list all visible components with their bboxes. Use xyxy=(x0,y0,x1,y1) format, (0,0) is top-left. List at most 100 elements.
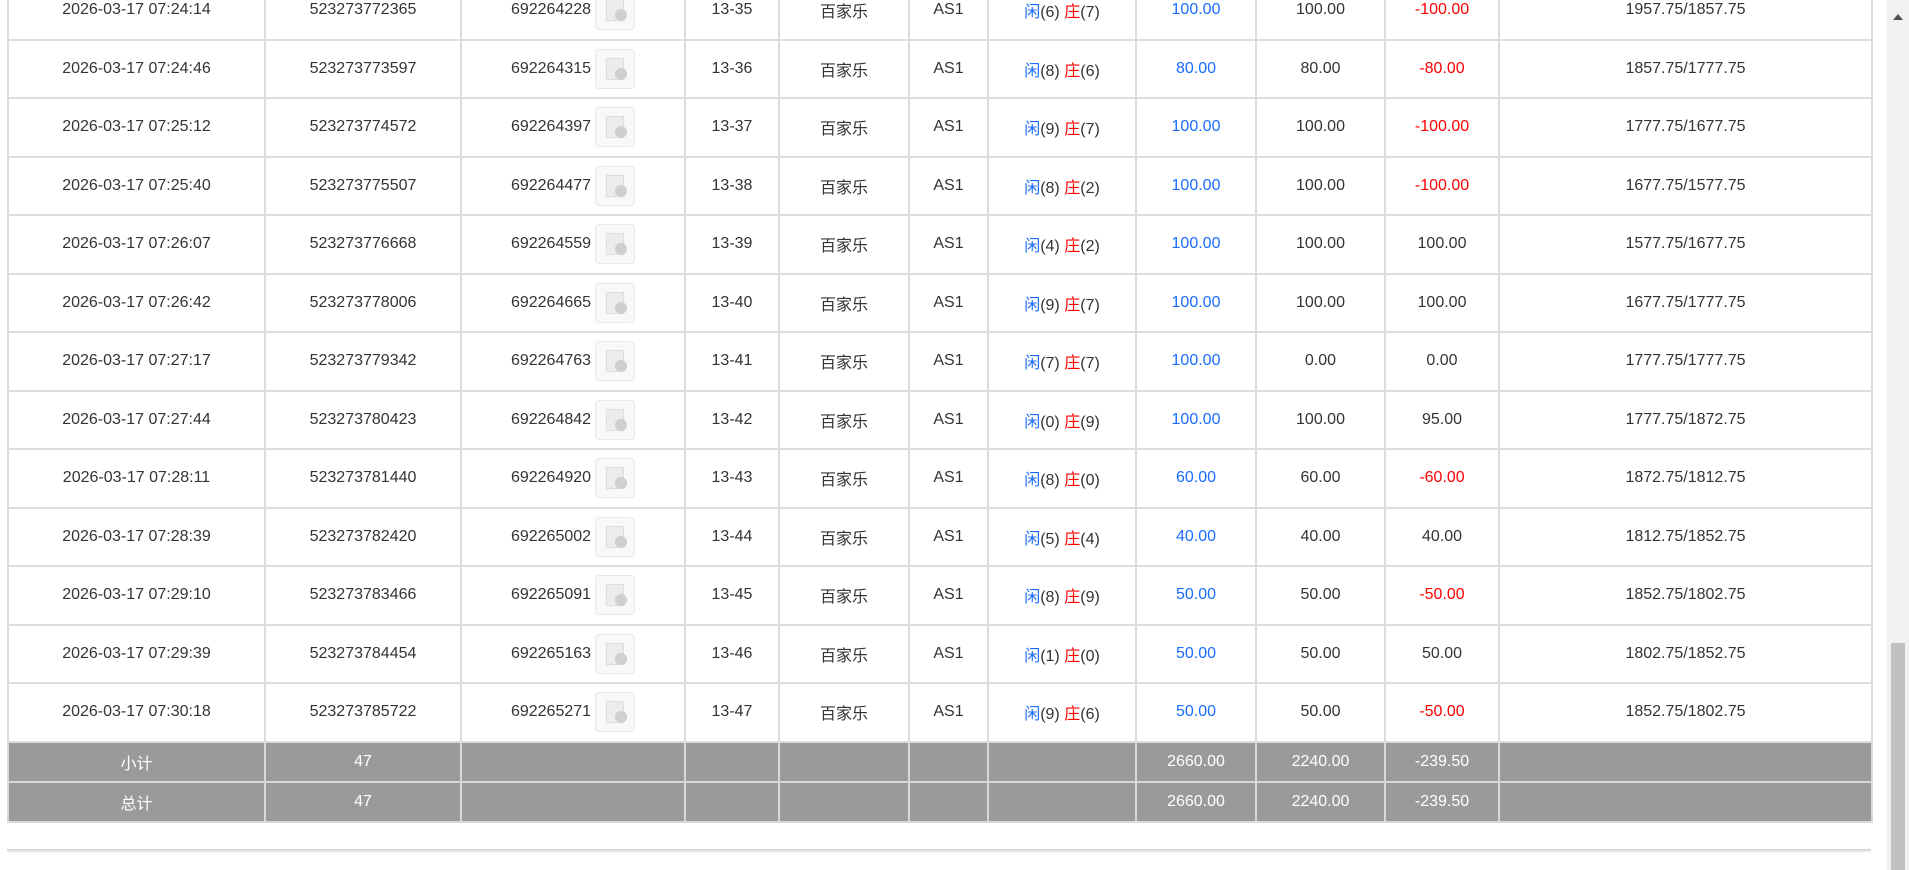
valid-bet: 100.00 xyxy=(1255,214,1386,275)
player-label: 闲 xyxy=(1024,706,1041,724)
video-replay-icon[interactable] xyxy=(595,341,636,382)
bet-time: 2026-03-17 07:27:17 xyxy=(7,331,266,392)
bet-id: 523273782420 xyxy=(264,506,462,567)
bet-amount: 80.00 xyxy=(1135,38,1257,99)
banker-label: 庄 xyxy=(1064,706,1081,724)
video-replay-icon[interactable] xyxy=(595,107,636,148)
video-replay-icon[interactable] xyxy=(595,458,636,499)
win-loss: -100.00 xyxy=(1384,97,1500,158)
video-replay-icon[interactable] xyxy=(595,48,636,89)
subtotal-label: 小计 xyxy=(7,740,266,783)
banker-label: 庄 xyxy=(1064,238,1081,256)
win-loss: -50.00 xyxy=(1384,565,1500,626)
scroll-up-arrow-icon[interactable] xyxy=(1893,14,1903,20)
player-label: 闲 xyxy=(1024,530,1041,548)
banker-points: (7) xyxy=(1080,121,1100,139)
video-replay-icon[interactable] xyxy=(595,575,636,616)
result-cell: 闲(8) 庄(9) xyxy=(987,565,1137,626)
video-replay-icon[interactable] xyxy=(595,692,636,733)
video-replay-icon[interactable] xyxy=(595,282,636,323)
balance-change: 1777.75/1872.75 xyxy=(1498,389,1873,450)
subtotal-winloss: -239.50 xyxy=(1384,740,1500,783)
player-points: (9) xyxy=(1040,706,1060,724)
valid-bet: 50.00 xyxy=(1255,623,1386,684)
game-number-cell: 692264842 xyxy=(460,389,686,450)
bet-time: 2026-03-17 07:30:18 xyxy=(7,682,266,743)
balance-change: 1677.75/1777.75 xyxy=(1498,272,1873,333)
win-loss: -100.00 xyxy=(1384,155,1500,216)
table-code: AS1 xyxy=(908,155,989,216)
shoe-round: 13-42 xyxy=(684,389,780,450)
player-label: 闲 xyxy=(1024,121,1041,139)
game-number: 692265271 xyxy=(510,703,592,721)
balance-change: 1777.75/1777.75 xyxy=(1498,331,1873,392)
table-row: 2026-03-17 07:26:07 523273776668 6922645… xyxy=(7,214,1873,275)
video-replay-icon[interactable] xyxy=(595,165,636,206)
bet-time: 2026-03-17 07:27:44 xyxy=(7,389,266,450)
shoe-round: 13-45 xyxy=(684,565,780,626)
game-number: 692264665 xyxy=(510,293,592,311)
bet-time: 2026-03-17 07:28:11 xyxy=(7,448,266,509)
bet-id: 523273779342 xyxy=(264,331,462,392)
player-label: 闲 xyxy=(1024,296,1041,314)
bet-amount: 50.00 xyxy=(1135,623,1257,684)
result-cell: 闲(8) 庄(2) xyxy=(987,155,1137,216)
bet-id: 523273776668 xyxy=(264,214,462,275)
total-row: 总计 47 2660.00 2240.00 -239.50 xyxy=(7,780,1873,823)
bet-time: 2026-03-17 07:29:10 xyxy=(7,565,266,626)
table-row: 2026-03-17 07:24:46 523273773597 6922643… xyxy=(7,38,1873,99)
video-replay-icon[interactable] xyxy=(595,516,636,557)
banker-label: 庄 xyxy=(1064,589,1081,607)
table-code: AS1 xyxy=(908,389,989,450)
bet-id: 523273778006 xyxy=(264,272,462,333)
win-loss: -50.00 xyxy=(1384,682,1500,743)
vertical-scrollbar[interactable] xyxy=(1887,0,1909,870)
banker-points: (0) xyxy=(1080,647,1100,665)
table-row: 2026-03-17 07:27:17 523273779342 6922647… xyxy=(7,331,1873,392)
game-type: 百家乐 xyxy=(778,97,910,158)
total-winloss: -239.50 xyxy=(1384,780,1500,823)
bet-time: 2026-03-17 07:25:40 xyxy=(7,155,266,216)
game-number-cell: 692265163 xyxy=(460,623,686,684)
video-replay-icon[interactable] xyxy=(595,399,636,440)
table-row: 2026-03-17 07:28:39 523273782420 6922650… xyxy=(7,506,1873,567)
player-label: 闲 xyxy=(1024,413,1041,431)
video-replay-icon[interactable] xyxy=(595,633,636,674)
game-number: 692264397 xyxy=(510,118,592,136)
table-code: AS1 xyxy=(908,214,989,275)
balance-change: 1857.75/1777.75 xyxy=(1498,38,1873,99)
game-number-cell: 692264397 xyxy=(460,97,686,158)
player-points: (8) xyxy=(1040,179,1060,197)
total-valid: 2240.00 xyxy=(1255,780,1386,823)
game-type: 百家乐 xyxy=(778,272,910,333)
bet-id: 523273784454 xyxy=(264,623,462,684)
table-code: AS1 xyxy=(908,448,989,509)
bet-time: 2026-03-17 07:29:39 xyxy=(7,623,266,684)
result-cell: 闲(1) 庄(0) xyxy=(987,623,1137,684)
table-row: 2026-03-17 07:30:18 523273785722 6922652… xyxy=(7,682,1873,743)
game-type: 百家乐 xyxy=(778,0,910,41)
banker-points: (7) xyxy=(1080,296,1100,314)
bet-id: 523273772365 xyxy=(264,0,462,41)
scrollbar-thumb[interactable] xyxy=(1891,643,1905,870)
table-code: AS1 xyxy=(908,272,989,333)
game-number: 692264763 xyxy=(510,352,592,370)
table-code: AS1 xyxy=(908,331,989,392)
game-type: 百家乐 xyxy=(778,389,910,450)
video-replay-icon[interactable] xyxy=(595,0,636,31)
banker-label: 庄 xyxy=(1064,472,1081,490)
game-number: 692264228 xyxy=(510,1,592,19)
bet-time: 2026-03-17 07:26:07 xyxy=(7,214,266,275)
result-cell: 闲(7) 庄(7) xyxy=(987,331,1137,392)
result-cell: 闲(8) 庄(6) xyxy=(987,38,1137,99)
bet-amount: 100.00 xyxy=(1135,0,1257,41)
valid-bet: 50.00 xyxy=(1255,682,1386,743)
bet-amount: 100.00 xyxy=(1135,214,1257,275)
player-points: (1) xyxy=(1040,647,1060,665)
video-replay-icon[interactable] xyxy=(595,224,636,265)
bet-time: 2026-03-17 07:28:39 xyxy=(7,506,266,567)
game-number-cell: 692265271 xyxy=(460,682,686,743)
bet-id: 523273781440 xyxy=(264,448,462,509)
game-number: 692264477 xyxy=(510,176,592,194)
game-number: 692264920 xyxy=(510,469,592,487)
